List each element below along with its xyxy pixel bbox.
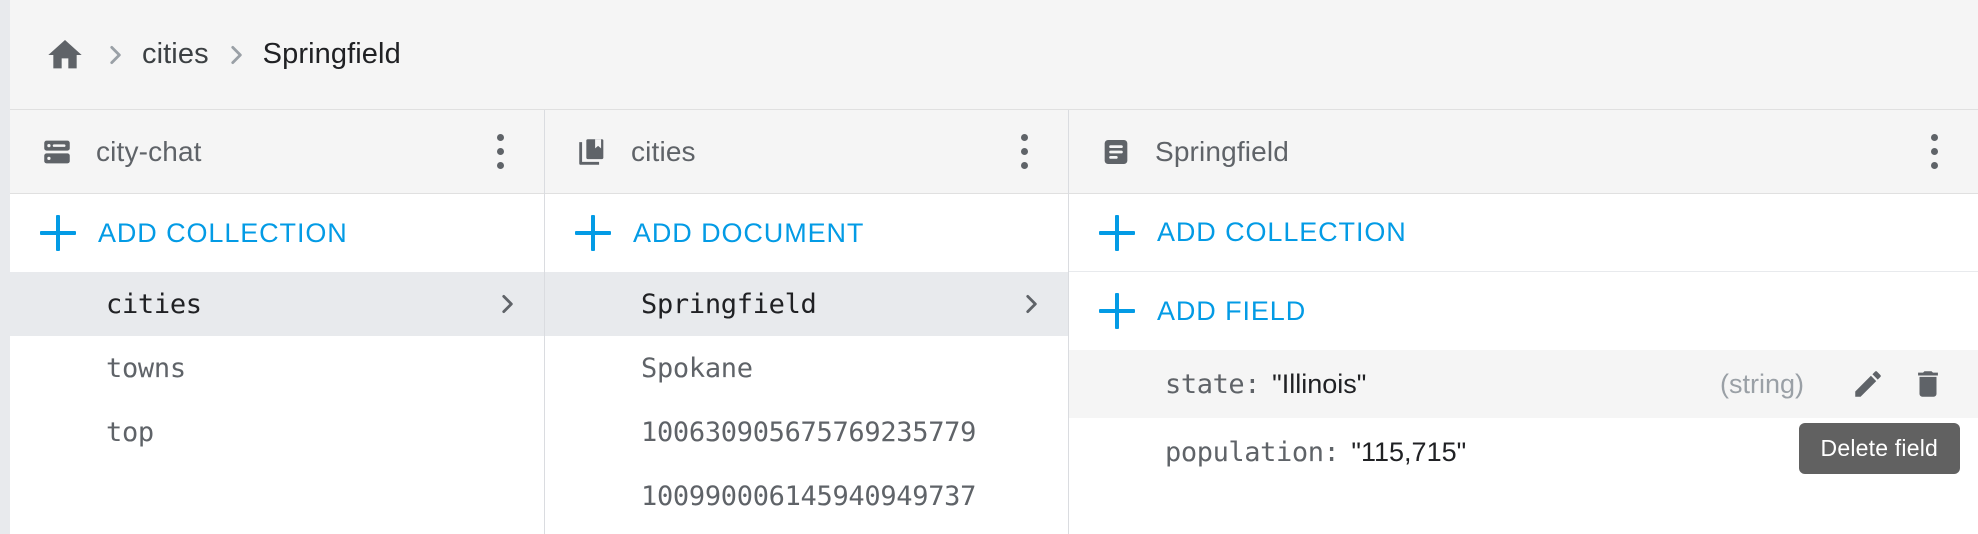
chevron-right-icon	[1018, 291, 1044, 317]
list-item-springfield[interactable]: Springfield	[545, 272, 1068, 336]
list-item-label: Spokane	[641, 352, 753, 384]
field-list: state: "Illinois" (string) population: "…	[1069, 350, 1978, 534]
list-item-label: towns	[106, 352, 186, 384]
panel-container: city-chat ADD COLLECTION cities towns to…	[10, 110, 1978, 534]
field-key: state:	[1165, 368, 1261, 400]
field-row-state[interactable]: state: "Illinois" (string)	[1069, 350, 1978, 418]
panel-document-title: Springfield	[1155, 135, 1289, 167]
field-value: "Illinois"	[1272, 368, 1367, 399]
panel-document: Springfield ADD COLLECTION ADD FIELD sta…	[1069, 110, 1978, 534]
add-field-label: ADD FIELD	[1157, 295, 1307, 326]
list-item-doc-1[interactable]: 100630905675769235779	[545, 400, 1068, 464]
breadcrumb-separator-2-icon	[223, 42, 249, 68]
plus-icon	[1099, 293, 1135, 329]
list-item-cities[interactable]: cities	[10, 272, 544, 336]
add-document-label: ADD DOCUMENT	[633, 217, 865, 248]
list-item-towns[interactable]: towns	[10, 336, 544, 400]
panel-database-title: city-chat	[96, 135, 202, 167]
list-item-label: Springfield	[641, 288, 817, 320]
breadcrumb-item-cities[interactable]: cities	[142, 38, 209, 71]
add-document-button[interactable]: ADD DOCUMENT	[545, 194, 1068, 272]
add-collection-button-root[interactable]: ADD COLLECTION	[10, 194, 544, 272]
chevron-right-icon	[494, 291, 520, 317]
more-vert-icon-database[interactable]	[478, 125, 522, 179]
pencil-icon[interactable]	[1846, 362, 1890, 406]
panel-database-header: city-chat	[10, 110, 544, 194]
panel-database: city-chat ADD COLLECTION cities towns to…	[10, 110, 545, 534]
add-collection-label-doc: ADD COLLECTION	[1157, 217, 1407, 247]
collection-icon	[575, 135, 609, 169]
list-item-label: cities	[106, 288, 202, 320]
panel-collection-title: cities	[631, 135, 696, 167]
add-collection-label-root: ADD COLLECTION	[98, 217, 348, 248]
more-vert-icon-collection[interactable]	[1002, 125, 1046, 179]
list-item-top[interactable]: top	[10, 400, 544, 464]
trash-icon[interactable]	[1906, 362, 1950, 406]
breadcrumb-home-button[interactable]	[42, 32, 88, 78]
more-vert-icon-document[interactable]	[1912, 125, 1956, 179]
firestore-data-browser: cities Springfield city-chat ADD COLLECT…	[0, 0, 1978, 534]
plus-icon	[40, 215, 76, 251]
panel-collection: cities ADD DOCUMENT Springfield Spokane …	[545, 110, 1069, 534]
plus-icon	[575, 215, 611, 251]
field-type-badge: (string)	[1719, 368, 1804, 399]
add-field-button[interactable]: ADD FIELD	[1069, 272, 1978, 350]
database-icon	[40, 135, 74, 169]
field-value: "115,715"	[1351, 436, 1467, 467]
breadcrumb: cities Springfield	[10, 0, 1978, 110]
list-item-spokane[interactable]: Spokane	[545, 336, 1068, 400]
document-list: Springfield Spokane 10063090567576923577…	[545, 272, 1068, 534]
list-item-label: top	[106, 416, 154, 448]
panel-document-header: Springfield	[1069, 110, 1978, 194]
breadcrumb-item-springfield[interactable]: Springfield	[263, 38, 401, 71]
field-row-population[interactable]: population: "115,715"	[1069, 418, 1978, 486]
add-collection-button-doc[interactable]: ADD COLLECTION	[1069, 194, 1978, 272]
list-item-label: 100990006145940949737	[641, 480, 977, 512]
home-icon	[45, 35, 85, 75]
field-key: population:	[1165, 436, 1340, 468]
list-item-label: 100630905675769235779	[641, 416, 977, 448]
breadcrumb-separator-1-icon	[102, 42, 128, 68]
plus-icon	[1099, 214, 1135, 251]
panel-collection-header: cities	[545, 110, 1068, 194]
list-item-doc-2[interactable]: 100990006145940949737	[545, 464, 1068, 528]
collection-list-root: cities towns top	[10, 272, 544, 534]
document-icon	[1099, 135, 1133, 169]
